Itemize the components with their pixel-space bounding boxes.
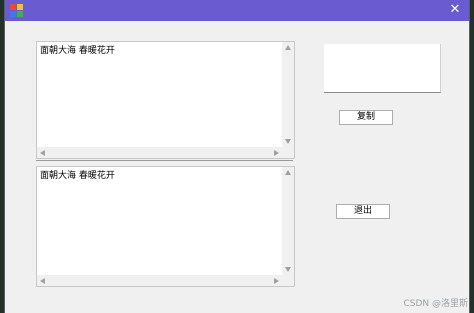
text-area-top-content[interactable]: 面朝大海 春暖花开 [40, 45, 280, 146]
vertical-scrollbar-top[interactable] [282, 42, 294, 147]
scroll-corner [282, 275, 294, 286]
separator-line [36, 160, 293, 161]
scroll-left-arrow-icon[interactable] [40, 150, 45, 156]
text-area-top[interactable]: 面朝大海 春暖花开 [36, 41, 295, 159]
scroll-down-arrow-icon[interactable] [285, 267, 291, 272]
exit-button[interactable]: 退出 [336, 204, 390, 219]
scroll-up-arrow-icon[interactable] [285, 170, 291, 175]
app-color-icon [10, 4, 23, 17]
close-button[interactable]: ✕ [447, 2, 463, 18]
scroll-up-arrow-icon[interactable] [285, 45, 291, 50]
scroll-left-arrow-icon[interactable] [40, 278, 45, 284]
csdn-watermark: CSDN @洛里斯 [403, 299, 468, 309]
title-bar: ✕ [5, 0, 469, 21]
scroll-down-arrow-icon[interactable] [285, 139, 291, 144]
text-area-bottom[interactable]: 面朝大海 春暖花开 [36, 166, 295, 287]
vertical-scrollbar-bottom[interactable] [282, 167, 294, 275]
scroll-right-arrow-icon[interactable] [274, 278, 279, 284]
app-window: ✕ 面朝大海 春暖花开 面朝大海 春暖花开 复制 退出 [5, 0, 469, 313]
copy-button[interactable]: 复制 [339, 110, 393, 125]
output-label [324, 44, 441, 93]
horizontal-scrollbar-bottom[interactable] [37, 275, 282, 286]
scroll-right-arrow-icon[interactable] [274, 150, 279, 156]
horizontal-scrollbar-top[interactable] [37, 147, 282, 158]
scroll-corner [282, 147, 294, 158]
text-area-bottom-content[interactable]: 面朝大海 春暖花开 [40, 170, 280, 274]
